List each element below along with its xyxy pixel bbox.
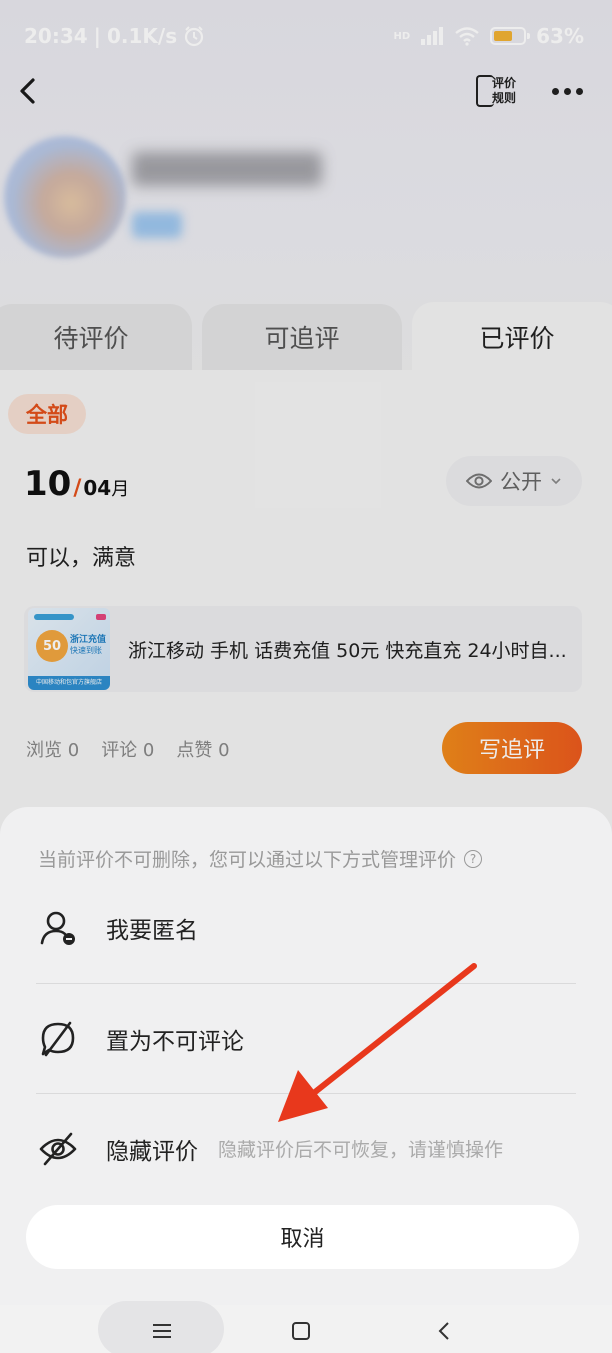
annotation-arrow-icon (278, 963, 477, 1122)
sheet-hint: 当前评价不可删除，您可以通过以下方式管理评价 ? (38, 845, 483, 872)
option-label: 我要匿名 (106, 918, 198, 944)
option-label: 置为不可评论 (106, 1028, 244, 1055)
back-icon[interactable] (424, 1317, 464, 1345)
home-icon[interactable] (281, 1317, 321, 1345)
option-warning-note: 隐藏评价后不可恢复，请谨慎操作 (218, 1139, 504, 1161)
option-label: 隐藏评价 (106, 1138, 198, 1165)
cancel-button[interactable]: 取消 (26, 1205, 579, 1269)
anonymous-user-icon (40, 911, 75, 945)
system-nav-bar (0, 1301, 612, 1353)
no-comment-icon (41, 1021, 75, 1056)
help-icon[interactable]: ? (464, 849, 483, 868)
menu-icon[interactable] (142, 1317, 182, 1345)
hidden-eye-icon (39, 1132, 77, 1165)
sheet-hint-text: 当前评价不可删除，您可以通过以下方式管理评价 (38, 849, 457, 871)
